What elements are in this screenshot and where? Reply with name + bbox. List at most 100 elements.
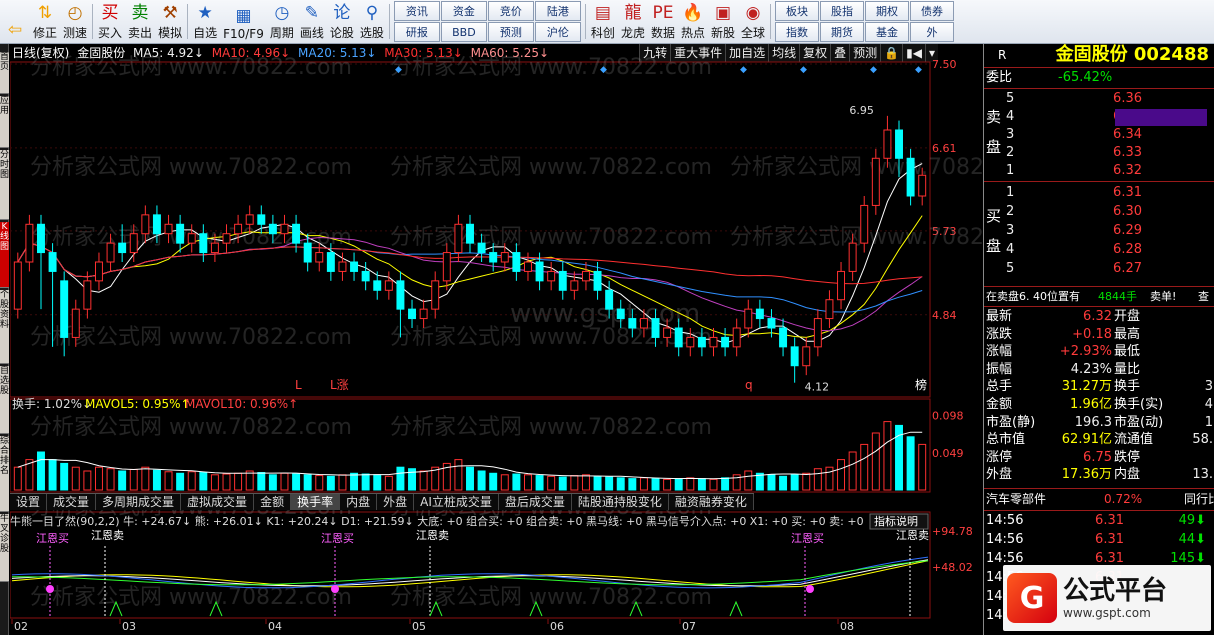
candle-body[interactable] [303,242,312,263]
event-diamond-icon[interactable]: ◆ [600,65,607,75]
candle-body[interactable] [13,261,22,310]
grid-button-BBD[interactable]: BBD [440,22,487,42]
candle-body[interactable] [60,280,69,338]
indicator-tab-AI立桩成交量[interactable]: AI立桩成交量 [414,494,499,510]
toolbar-button-模拟[interactable]: ⚒ 模拟 [155,0,185,43]
grid-button-外[interactable]: 外 [910,22,955,42]
candle-body[interactable] [547,270,556,282]
candle-body[interactable] [129,233,138,254]
candle-body[interactable] [48,252,57,272]
candle-body[interactable] [918,174,927,197]
candle-body[interactable] [767,318,776,329]
grid-button-指数[interactable]: 指数 [775,22,820,42]
toolbar-button-买入[interactable]: 买买入 [95,0,125,43]
candle-body[interactable] [361,270,370,282]
candle-body[interactable] [558,270,567,291]
candle-body[interactable] [477,242,486,254]
candle-body[interactable] [350,261,359,272]
toolbar-button-选股[interactable]: ⚲ 选股 [357,0,387,43]
candle-body[interactable] [883,129,892,159]
candle-body[interactable] [639,318,648,329]
left-tab-分时图[interactable]: 分时图 [0,150,9,220]
candle-body[interactable] [326,252,335,272]
toolbar-button-自选[interactable]: ★ 自选 [190,0,220,43]
toolbar-button-科创[interactable]: ▤ 科创 [588,0,618,43]
indicator-tab-金额[interactable]: 金额 [254,494,292,510]
event-diamond-icon[interactable]: ◆ [915,65,922,75]
candle-body[interactable] [500,252,509,263]
candle-body[interactable] [152,214,161,235]
notice-link[interactable]: 查 [1198,288,1209,306]
toolbar-button-卖出[interactable]: 卖卖出 [125,0,155,43]
candle-body[interactable] [408,308,417,320]
grid-button-板块[interactable]: 板块 [775,1,820,21]
candle-body[interactable] [106,242,115,263]
toolbar-button-论股[interactable]: 论论股 [327,0,357,43]
sector-name[interactable]: 汽车零部件 [986,490,1046,508]
candle-body[interactable] [593,270,602,291]
event-diamond-icon[interactable]: ◆ [870,65,877,75]
indicator-tab-内盘[interactable]: 内盘 [340,494,378,510]
indicator-tab-陆股通持股变化[interactable]: 陆股通持股变化 [571,494,669,510]
candle-body[interactable] [466,223,474,244]
grid-button-期货[interactable]: 期货 [820,22,865,42]
kline-chart-pane[interactable]: 日线(复权) 金固股份 MA5: 4.92↓ MA10: 4.96↓ MA20:… [10,44,982,635]
sector-compare-tab[interactable]: 同行比 [1184,490,1214,508]
toolbar-button-back[interactable]: ⇦ [0,0,30,43]
candle-body[interactable] [825,299,834,320]
candle-body[interactable] [419,308,428,320]
toolbar-button-全球[interactable]: ◉ 全球 [738,0,768,43]
candle-body[interactable] [234,223,243,235]
toolbar-button-数据[interactable]: PE 数据 [648,0,678,43]
candle-body[interactable] [373,280,382,291]
toolbar-button-龙虎[interactable]: 龍龙虎 [618,0,648,43]
grid-button-期权[interactable]: 期权 [865,1,910,21]
toolbar-button-F10/F9[interactable]: ▦ F10/F9 [220,0,267,43]
event-diamond-icon[interactable]: ◆ [800,65,807,75]
chart-canvas[interactable]: 7.506.615.734.84分析家公式网 www.70822.com 分析家公… [10,44,982,635]
candle-body[interactable] [338,261,347,272]
candle-body[interactable] [535,261,544,282]
candle-body[interactable] [118,242,127,254]
grid-button-债券[interactable]: 债券 [910,1,955,21]
grid-button-预测[interactable]: 预测 [487,22,534,42]
candle-body[interactable] [906,157,915,197]
candle-body[interactable] [779,327,788,348]
candle-body[interactable] [651,318,660,338]
candle-body[interactable] [454,223,463,254]
candle-body[interactable] [813,318,822,348]
indicator-tab-盘后成交量[interactable]: 盘后成交量 [498,494,572,510]
toolbar-button-新股[interactable]: ▣ 新股 [708,0,738,43]
candle-body[interactable] [790,346,799,367]
candle-body[interactable] [396,280,405,310]
candle-body[interactable] [199,233,208,254]
candle-body[interactable] [442,252,451,282]
candle-body[interactable] [210,242,219,254]
left-tab-牛叉诊股[interactable]: 牛叉诊股 [0,514,9,582]
left-tab-K线图[interactable]: K线图 [0,222,9,288]
grid-button-研报[interactable]: 研报 [393,22,440,42]
grid-button-资金[interactable]: 资金 [440,1,487,21]
candle-body[interactable] [663,327,672,338]
candle-body[interactable] [686,336,695,348]
candle-body[interactable] [187,233,196,244]
candle-body[interactable] [431,280,440,310]
candle-body[interactable] [721,336,730,348]
indicator-tab-成交量[interactable]: 成交量 [47,494,97,510]
grid-button-资讯[interactable]: 资讯 [393,1,440,21]
candle-body[interactable] [141,214,150,235]
candle-body[interactable] [94,261,103,282]
candle-body[interactable] [83,280,92,310]
candle-body[interactable] [222,233,231,244]
candle-body[interactable] [384,280,393,291]
candle-body[interactable] [802,346,811,367]
indicator-tab-融资融券变化[interactable]: 融资融券变化 [668,494,754,510]
candle-body[interactable] [245,214,254,225]
candle-body[interactable] [268,223,277,235]
left-tab-首页[interactable]: 首页 [0,52,9,94]
left-tab-自选股[interactable]: 自选股 [0,366,9,434]
candle-body[interactable] [71,308,80,338]
toolbar-button-测速[interactable]: ◴ 测速 [60,0,90,43]
candle-body[interactable] [292,223,301,244]
candle-body[interactable] [732,327,741,348]
